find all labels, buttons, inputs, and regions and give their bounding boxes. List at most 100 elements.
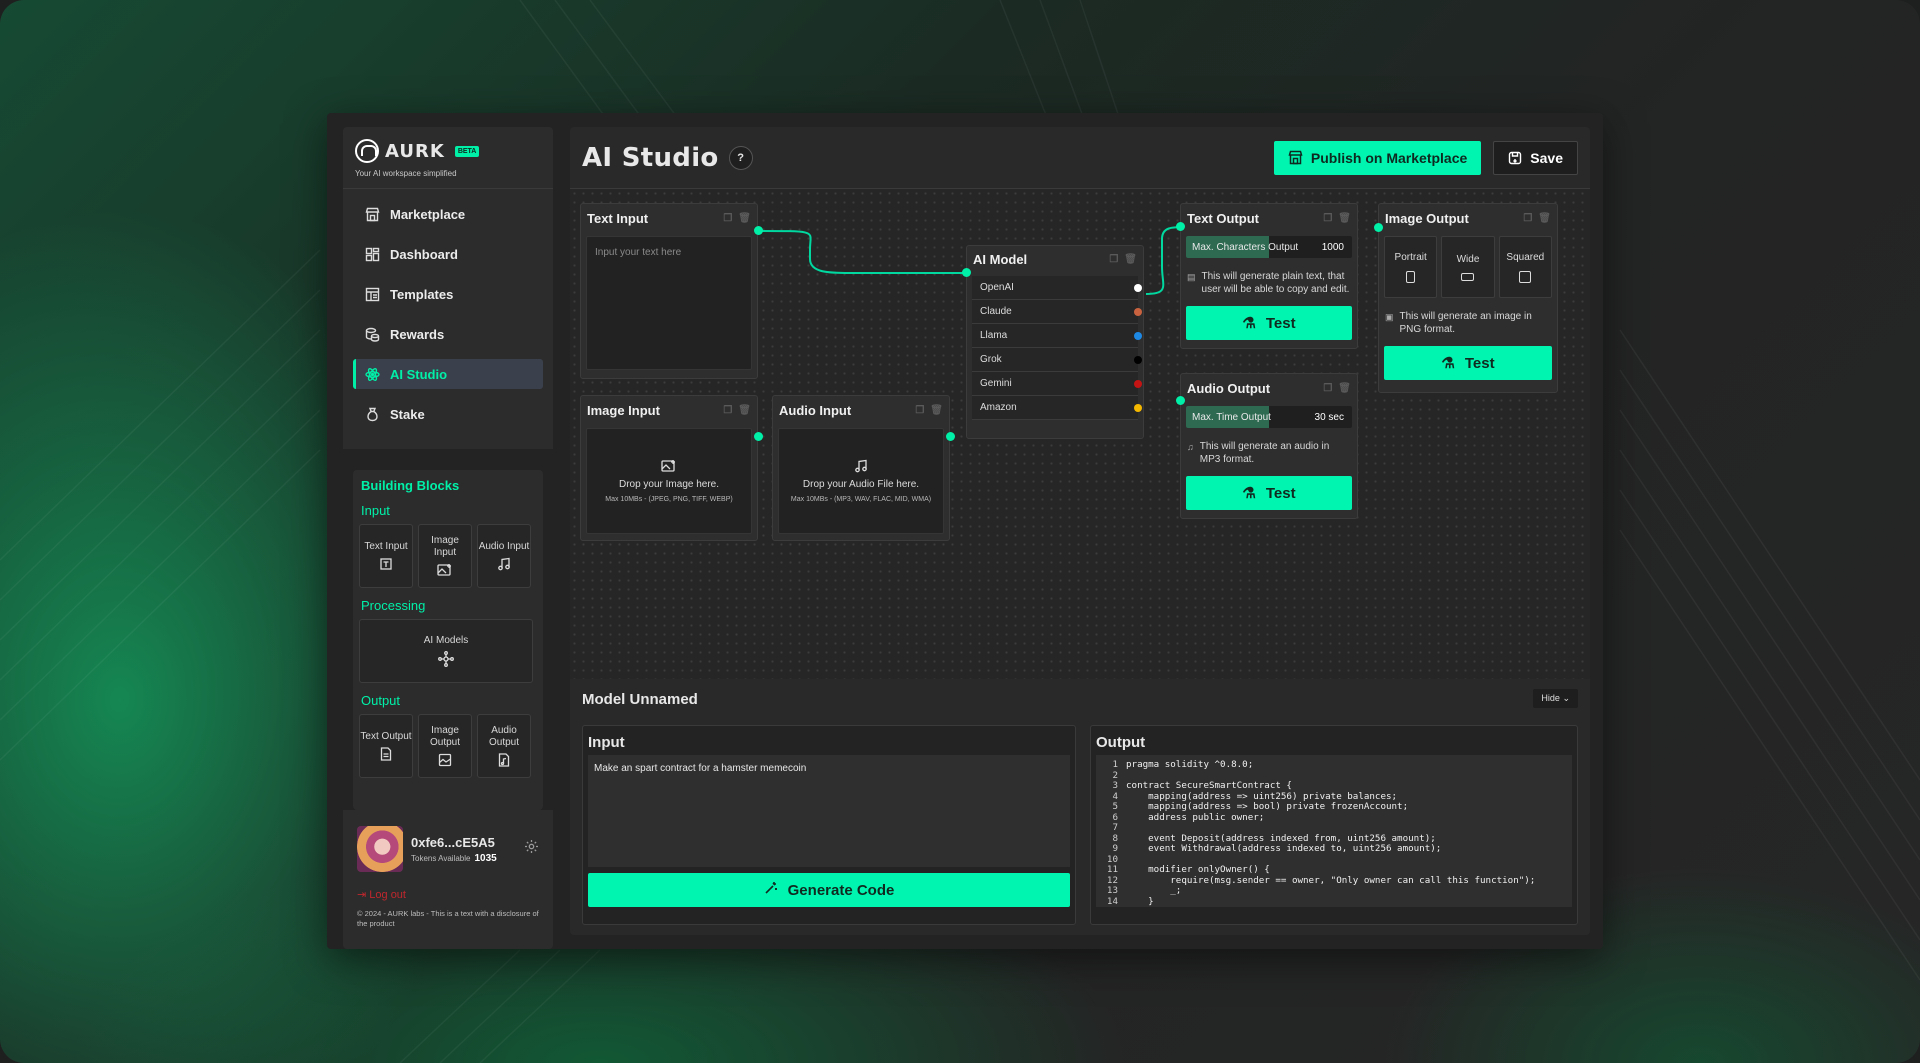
model-option-claude[interactable]: Claude (972, 300, 1142, 324)
block-audio-output[interactable]: Audio Output (477, 714, 531, 778)
flask-icon: ⚗ (1242, 315, 1256, 332)
logout-link[interactable]: ⇥ Log out (357, 888, 539, 901)
generate-code-button[interactable]: Generate Code (588, 873, 1070, 907)
port-gemini-out[interactable] (1134, 379, 1142, 388)
port-grok-out[interactable] (1134, 355, 1142, 364)
port-amazon-out[interactable] (1134, 403, 1142, 412)
dropzone-title: Drop your Audio File here. (802, 479, 920, 490)
hide-label: Hide (1541, 693, 1560, 703)
node-image-output[interactable]: Image Output ❐ 🗑 Portrait Wide Squared ▣ Th… (1378, 203, 1558, 393)
sidebar-item-ai-studio[interactable]: AI Studio (353, 359, 543, 389)
prompt-input[interactable]: Make an spart contract for a hamster mem… (588, 755, 1070, 867)
trash-icon[interactable]: 🗑 (1338, 383, 1351, 394)
blocks-section-output: Output (361, 693, 401, 708)
code-line: 3 contract SecureSmartContract { (1096, 780, 1572, 792)
audio-dropzone[interactable]: Drop your Audio File here. Max 10MBs - (… (779, 429, 943, 533)
flask-icon: ⚗ (1441, 355, 1455, 372)
port-claude-out[interactable] (1134, 307, 1142, 316)
node-text-output[interactable]: Text Output ❐ 🗑 Max. Characters Output 100… (1180, 203, 1358, 349)
node-text-input[interactable]: Text Input ❐ 🗑 Input your text here (580, 203, 758, 379)
model-option-gemini[interactable]: Gemini (972, 372, 1142, 396)
gear-icon[interactable] (524, 839, 539, 859)
code-line: 1 pragma solidity ^0.8.0; (1096, 759, 1572, 771)
port-ai-model-in[interactable] (962, 268, 971, 277)
copy-icon[interactable]: ❐ (1323, 383, 1332, 394)
format-squared[interactable]: Squared (1498, 236, 1552, 298)
port-audio-input-out[interactable] (946, 432, 955, 441)
sidebar-item-stake[interactable]: Stake (353, 399, 543, 429)
help-icon[interactable]: ? (728, 145, 753, 170)
aurk-logo-icon (355, 139, 379, 163)
dropzone-limits: Max 10MBs - (MP3, WAV, FLAC, MID, WMA) (790, 496, 932, 503)
trash-icon[interactable]: 🗑 (930, 405, 943, 416)
format-portrait[interactable]: Portrait (1384, 236, 1438, 298)
port-audio-output-in[interactable] (1176, 396, 1185, 405)
text-box-icon (380, 558, 392, 570)
node-audio-output[interactable]: Audio Output ❐ 🗑 Max. Time Output 30 sec ♫… (1180, 373, 1358, 519)
model-option-openai[interactable]: OpenAI (972, 276, 1142, 300)
sidebar-item-templates[interactable]: Templates (353, 279, 543, 309)
model-option-llama[interactable]: Llama (972, 324, 1142, 348)
block-text-input[interactable]: Text Input (359, 524, 413, 588)
block-image-input[interactable]: Image Input (418, 524, 472, 588)
avatar[interactable] (357, 826, 403, 872)
sidebar-item-rewards[interactable]: Rewards (353, 319, 543, 349)
model-label: OpenAI (980, 282, 1014, 293)
image-dropzone[interactable]: Drop your Image here. Max 10MBs - (JPEG,… (587, 429, 751, 533)
node-title: Text Input (587, 210, 649, 226)
code-output[interactable]: 1 pragma solidity ^0.8.0; 2 3 contract Secur… (1096, 755, 1572, 907)
port-image-input-out[interactable] (754, 432, 763, 441)
flow-canvas[interactable]: Text Input ❐ 🗑 Input your text here Image … (570, 189, 1590, 679)
sidebar-item-marketplace[interactable]: Marketplace (353, 199, 543, 229)
test-button-image[interactable]: ⚗ Test (1384, 346, 1552, 380)
block-audio-input[interactable]: Audio Input (477, 524, 531, 588)
wide-icon (1461, 272, 1475, 281)
node-image-input[interactable]: Image Input ❐ 🗑 Drop your Image here. Max … (580, 395, 758, 541)
max-characters-slider[interactable]: Max. Characters Output 1000 (1186, 236, 1352, 258)
hide-button[interactable]: Hide ⌄ (1533, 689, 1578, 708)
max-time-slider[interactable]: Max. Time Output 30 sec (1186, 406, 1352, 428)
format-label: Wide (1456, 253, 1480, 265)
copy-icon[interactable]: ❐ (1109, 254, 1118, 265)
block-ai-models[interactable]: AI Models (359, 619, 533, 683)
model-option-amazon[interactable]: Amazon (972, 396, 1142, 420)
model-panel: Model Unnamed Hide ⌄ Input Make an spart… (570, 679, 1590, 935)
page-title: AI Studio (582, 142, 719, 173)
publish-button[interactable]: Publish on Marketplace (1273, 140, 1482, 175)
test-button-text[interactable]: ⚗ Test (1186, 306, 1352, 340)
model-label: Llama (980, 330, 1008, 341)
test-button-audio[interactable]: ⚗ Test (1186, 476, 1352, 510)
trash-icon[interactable]: 🗑 (1538, 213, 1551, 224)
sidebar-item-dashboard[interactable]: Dashboard (353, 239, 543, 269)
node-audio-input[interactable]: Audio Input ❐ 🗑 Drop your Audio File here.… (772, 395, 950, 541)
copy-icon[interactable]: ❐ (915, 405, 924, 416)
model-option-grok[interactable]: Grok (972, 348, 1142, 372)
money-bag-icon (365, 407, 380, 422)
trash-icon[interactable]: 🗑 (1338, 213, 1351, 224)
trash-icon[interactable]: 🗑 (738, 213, 751, 224)
port-image-output-in[interactable] (1374, 223, 1383, 232)
copy-icon[interactable]: ❐ (1523, 213, 1532, 224)
save-button[interactable]: Save (1493, 140, 1578, 175)
copy-icon[interactable]: ❐ (723, 213, 732, 224)
copy-icon[interactable]: ❐ (723, 405, 732, 416)
line-number: 9 (1112, 843, 1118, 854)
tile-label: Text Output (360, 731, 412, 742)
port-openai-out[interactable] (1134, 283, 1142, 292)
line-number: 6 (1112, 811, 1118, 823)
copy-icon[interactable]: ❐ (1323, 213, 1332, 224)
model-name[interactable]: Model Unnamed (582, 691, 698, 708)
trash-icon[interactable]: 🗑 (738, 405, 751, 416)
port-text-output-in[interactable] (1176, 222, 1185, 231)
port-llama-out[interactable] (1134, 331, 1142, 340)
block-text-output[interactable]: Text Output (359, 714, 413, 778)
logout-label: Log out (369, 889, 406, 901)
block-image-output[interactable]: Image Output (418, 714, 472, 778)
text-input-field[interactable]: Input your text here (587, 237, 751, 268)
node-title: Image Output (1385, 210, 1469, 226)
port-text-input-out[interactable] (754, 226, 763, 235)
node-ai-model[interactable]: AI Model ❐ 🗑 OpenAI Claude Llama Grok Gemi… (966, 245, 1144, 439)
tile-label: Text Input (364, 541, 408, 552)
trash-icon[interactable]: 🗑 (1124, 254, 1137, 265)
format-wide[interactable]: Wide (1441, 236, 1495, 298)
